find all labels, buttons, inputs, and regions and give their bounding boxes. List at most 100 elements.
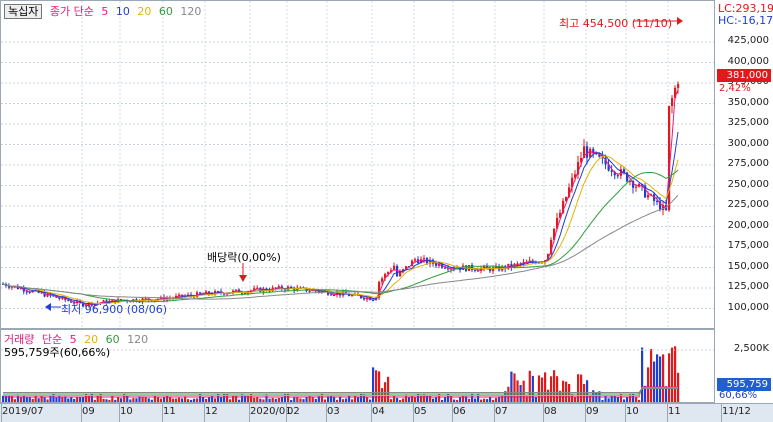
ma-period-20[interactable]: 20 [137, 5, 151, 18]
price-legend: 녹십자 종가 단순 5 10 20 60 120 [4, 3, 205, 19]
volume-bar [550, 376, 553, 402]
volume-bar [577, 374, 580, 402]
price-tick: 350,000 [727, 96, 769, 108]
candle-body [616, 175, 619, 177]
volume-bar [668, 353, 671, 402]
volume-bar [516, 380, 519, 402]
price-chart-canvas [1, 1, 714, 328]
time-tick: 08 [544, 406, 557, 417]
time-tick: 09 [82, 406, 95, 417]
volume-bar [378, 371, 381, 402]
time-tick: 11 [668, 406, 681, 417]
volume-bar [568, 383, 571, 402]
volume-bar [510, 371, 513, 402]
volume-bar [650, 348, 653, 402]
price-tick: 225,000 [727, 199, 769, 210]
volume-bar [522, 380, 525, 402]
volume-axis: 2,500K 595,759 60,66% [715, 329, 773, 403]
candle-body [677, 84, 680, 88]
volume-bar [659, 356, 662, 402]
volume-info-label: 595,759주(60,66%) [4, 346, 111, 359]
volume-bar [16, 394, 20, 402]
change-percent-label: 2,42% [719, 83, 751, 94]
volume-bar [671, 347, 674, 402]
hc-label: HC:-16,17 [718, 14, 773, 27]
volume-bar [580, 374, 583, 402]
volume-bar [426, 395, 429, 402]
volume-bar [330, 395, 333, 402]
volume-tick: 2,500K [733, 343, 769, 354]
candle-body [25, 291, 28, 293]
price-tick: 200,000 [727, 219, 769, 231]
volume-bar [375, 370, 378, 402]
volume-bar [674, 346, 677, 402]
time-tick: 09 [586, 406, 599, 417]
price-tick: 125,000 [727, 281, 769, 292]
dividend-label: 배당락(0,00%) [207, 251, 281, 264]
high-price-label: 최고 454,500 (11/10) [559, 17, 673, 30]
current-price-badge: 381,000 [717, 69, 771, 82]
price-tick: 150,000 [727, 260, 769, 272]
time-tick: 10 [626, 406, 639, 417]
candle-body [235, 289, 238, 291]
ma-period-10[interactable]: 10 [116, 5, 130, 18]
time-tick: 04 [372, 406, 385, 417]
time-tick: 02 [287, 406, 300, 417]
volume-bar [49, 395, 52, 402]
stock-name-button[interactable]: 녹십자 [4, 4, 43, 19]
time-tick: 06 [453, 406, 466, 417]
volume-bar [544, 372, 547, 402]
volume-bar [34, 394, 37, 402]
ma-period-120[interactable]: 120 [180, 5, 201, 18]
time-tick: 11 [163, 406, 176, 417]
volume-bar [589, 395, 592, 402]
candle-body [444, 267, 447, 269]
stock-chart-window: 녹십자 종가 단순 5 10 20 60 120 최고 454,500 (11/… [0, 0, 773, 422]
volume-bar [540, 377, 544, 402]
ma-period-60[interactable]: 60 [159, 5, 173, 18]
price-tick: 250,000 [727, 178, 769, 190]
price-tick: 300,000 [727, 137, 769, 149]
ma-line-5 [2, 89, 679, 306]
price-tick: 175,000 [727, 240, 769, 251]
volume-ma-120[interactable]: 120 [127, 333, 148, 346]
volume-bar [528, 370, 531, 402]
volume-bar [553, 370, 556, 402]
volume-bar [513, 373, 516, 402]
volume-bar [662, 354, 665, 402]
volume-bar [372, 367, 375, 402]
volume-bar [58, 395, 61, 402]
volume-percent-label: 60,66% [719, 390, 758, 401]
volume-chart-panel[interactable]: 거래량 단순 5 20 60 120 595,759주(60,66%) [0, 329, 715, 403]
price-chart-panel[interactable]: 녹십자 종가 단순 5 10 20 60 120 최고 454,500 (11/… [0, 0, 715, 329]
volume-bar [583, 383, 586, 402]
volume-bar [405, 394, 408, 402]
candle-body [671, 98, 674, 106]
low-price-label: 최저 96,900 (08/06) [61, 303, 168, 316]
volume-bar [96, 395, 99, 402]
price-tick: 400,000 [727, 55, 769, 67]
price-tick: 425,000 [727, 35, 769, 46]
low-marker-arrow [45, 303, 51, 311]
volume-bar [586, 380, 589, 402]
candle-body [647, 194, 650, 198]
candle-body [619, 169, 623, 176]
volume-bar [656, 354, 659, 402]
volume-bar [653, 361, 656, 402]
time-tick: 07 [495, 406, 508, 417]
time-tick: 05 [414, 406, 427, 417]
volume-bar [556, 376, 559, 402]
price-axis: LC:293,19 HC:-16,17 425,000400,000375,00… [715, 0, 773, 329]
volume-bar [547, 389, 550, 402]
candle-body [610, 170, 613, 172]
ma-period-5[interactable]: 5 [101, 5, 108, 18]
ma-line-10 [2, 131, 679, 305]
time-tick: 03 [327, 406, 340, 417]
volume-ma-line [3, 388, 678, 393]
candle-body [308, 290, 311, 292]
ma-title: 종가 단순 [49, 5, 94, 18]
candle-body [241, 292, 244, 294]
candle-body [381, 278, 384, 282]
volume-bar [387, 376, 390, 402]
volume-bar [610, 395, 613, 402]
